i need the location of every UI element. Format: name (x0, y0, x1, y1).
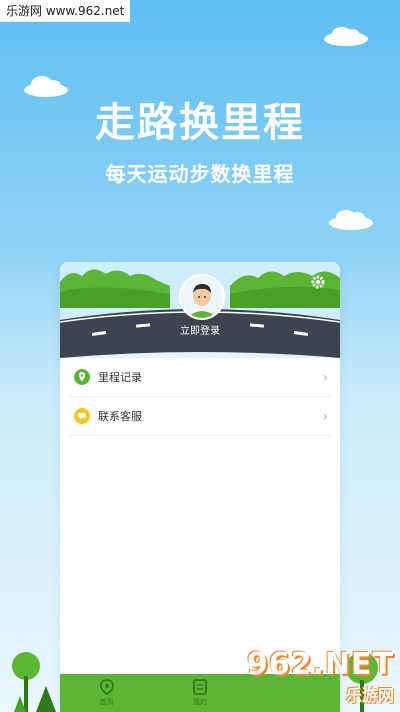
profile-menu: 里程记录 › 联系客服 › (60, 358, 340, 436)
watermark-site-name: 乐游网 (345, 686, 394, 705)
site-watermark-logo: 962.NET 乐游网 (247, 647, 394, 706)
tab-mine[interactable]: 我的 (153, 674, 246, 712)
user-avatar-icon (181, 276, 223, 318)
page-title: 走路换里程 (95, 100, 305, 146)
tab-home[interactable]: 首页 (60, 674, 153, 712)
tab-label: 我的 (192, 698, 207, 706)
location-pin-icon (74, 369, 90, 385)
login-button[interactable]: 立即登录 (60, 322, 340, 337)
page-subtitle: 每天运动步数换里程 (105, 162, 295, 186)
cloud-decoration (329, 210, 373, 230)
watermark-domain: 962.NET (246, 647, 394, 682)
location-pin-icon (99, 679, 114, 695)
chat-bubble-icon (74, 408, 90, 424)
cloud-decoration (324, 27, 368, 46)
chevron-right-icon: › (322, 370, 328, 386)
app-preview-card: 立即登录 里程记录 › 联系客服 › 首页 我的 (60, 262, 340, 712)
menu-item-mileage-records[interactable]: 里程记录 › (68, 358, 332, 397)
menu-item-label: 里程记录 (98, 371, 142, 384)
tab-label: 首页 (99, 698, 114, 706)
site-watermark-tag: 乐游网 www.962.net (0, 0, 131, 22)
chevron-right-icon: › (322, 409, 328, 425)
menu-item-customer-service[interactable]: 联系客服 › (68, 397, 332, 436)
document-icon (193, 679, 207, 695)
gear-icon[interactable] (310, 274, 326, 290)
tree-decoration (12, 652, 56, 712)
profile-header: 立即登录 (60, 262, 340, 358)
avatar[interactable] (179, 274, 225, 320)
menu-item-label: 联系客服 (98, 410, 142, 423)
